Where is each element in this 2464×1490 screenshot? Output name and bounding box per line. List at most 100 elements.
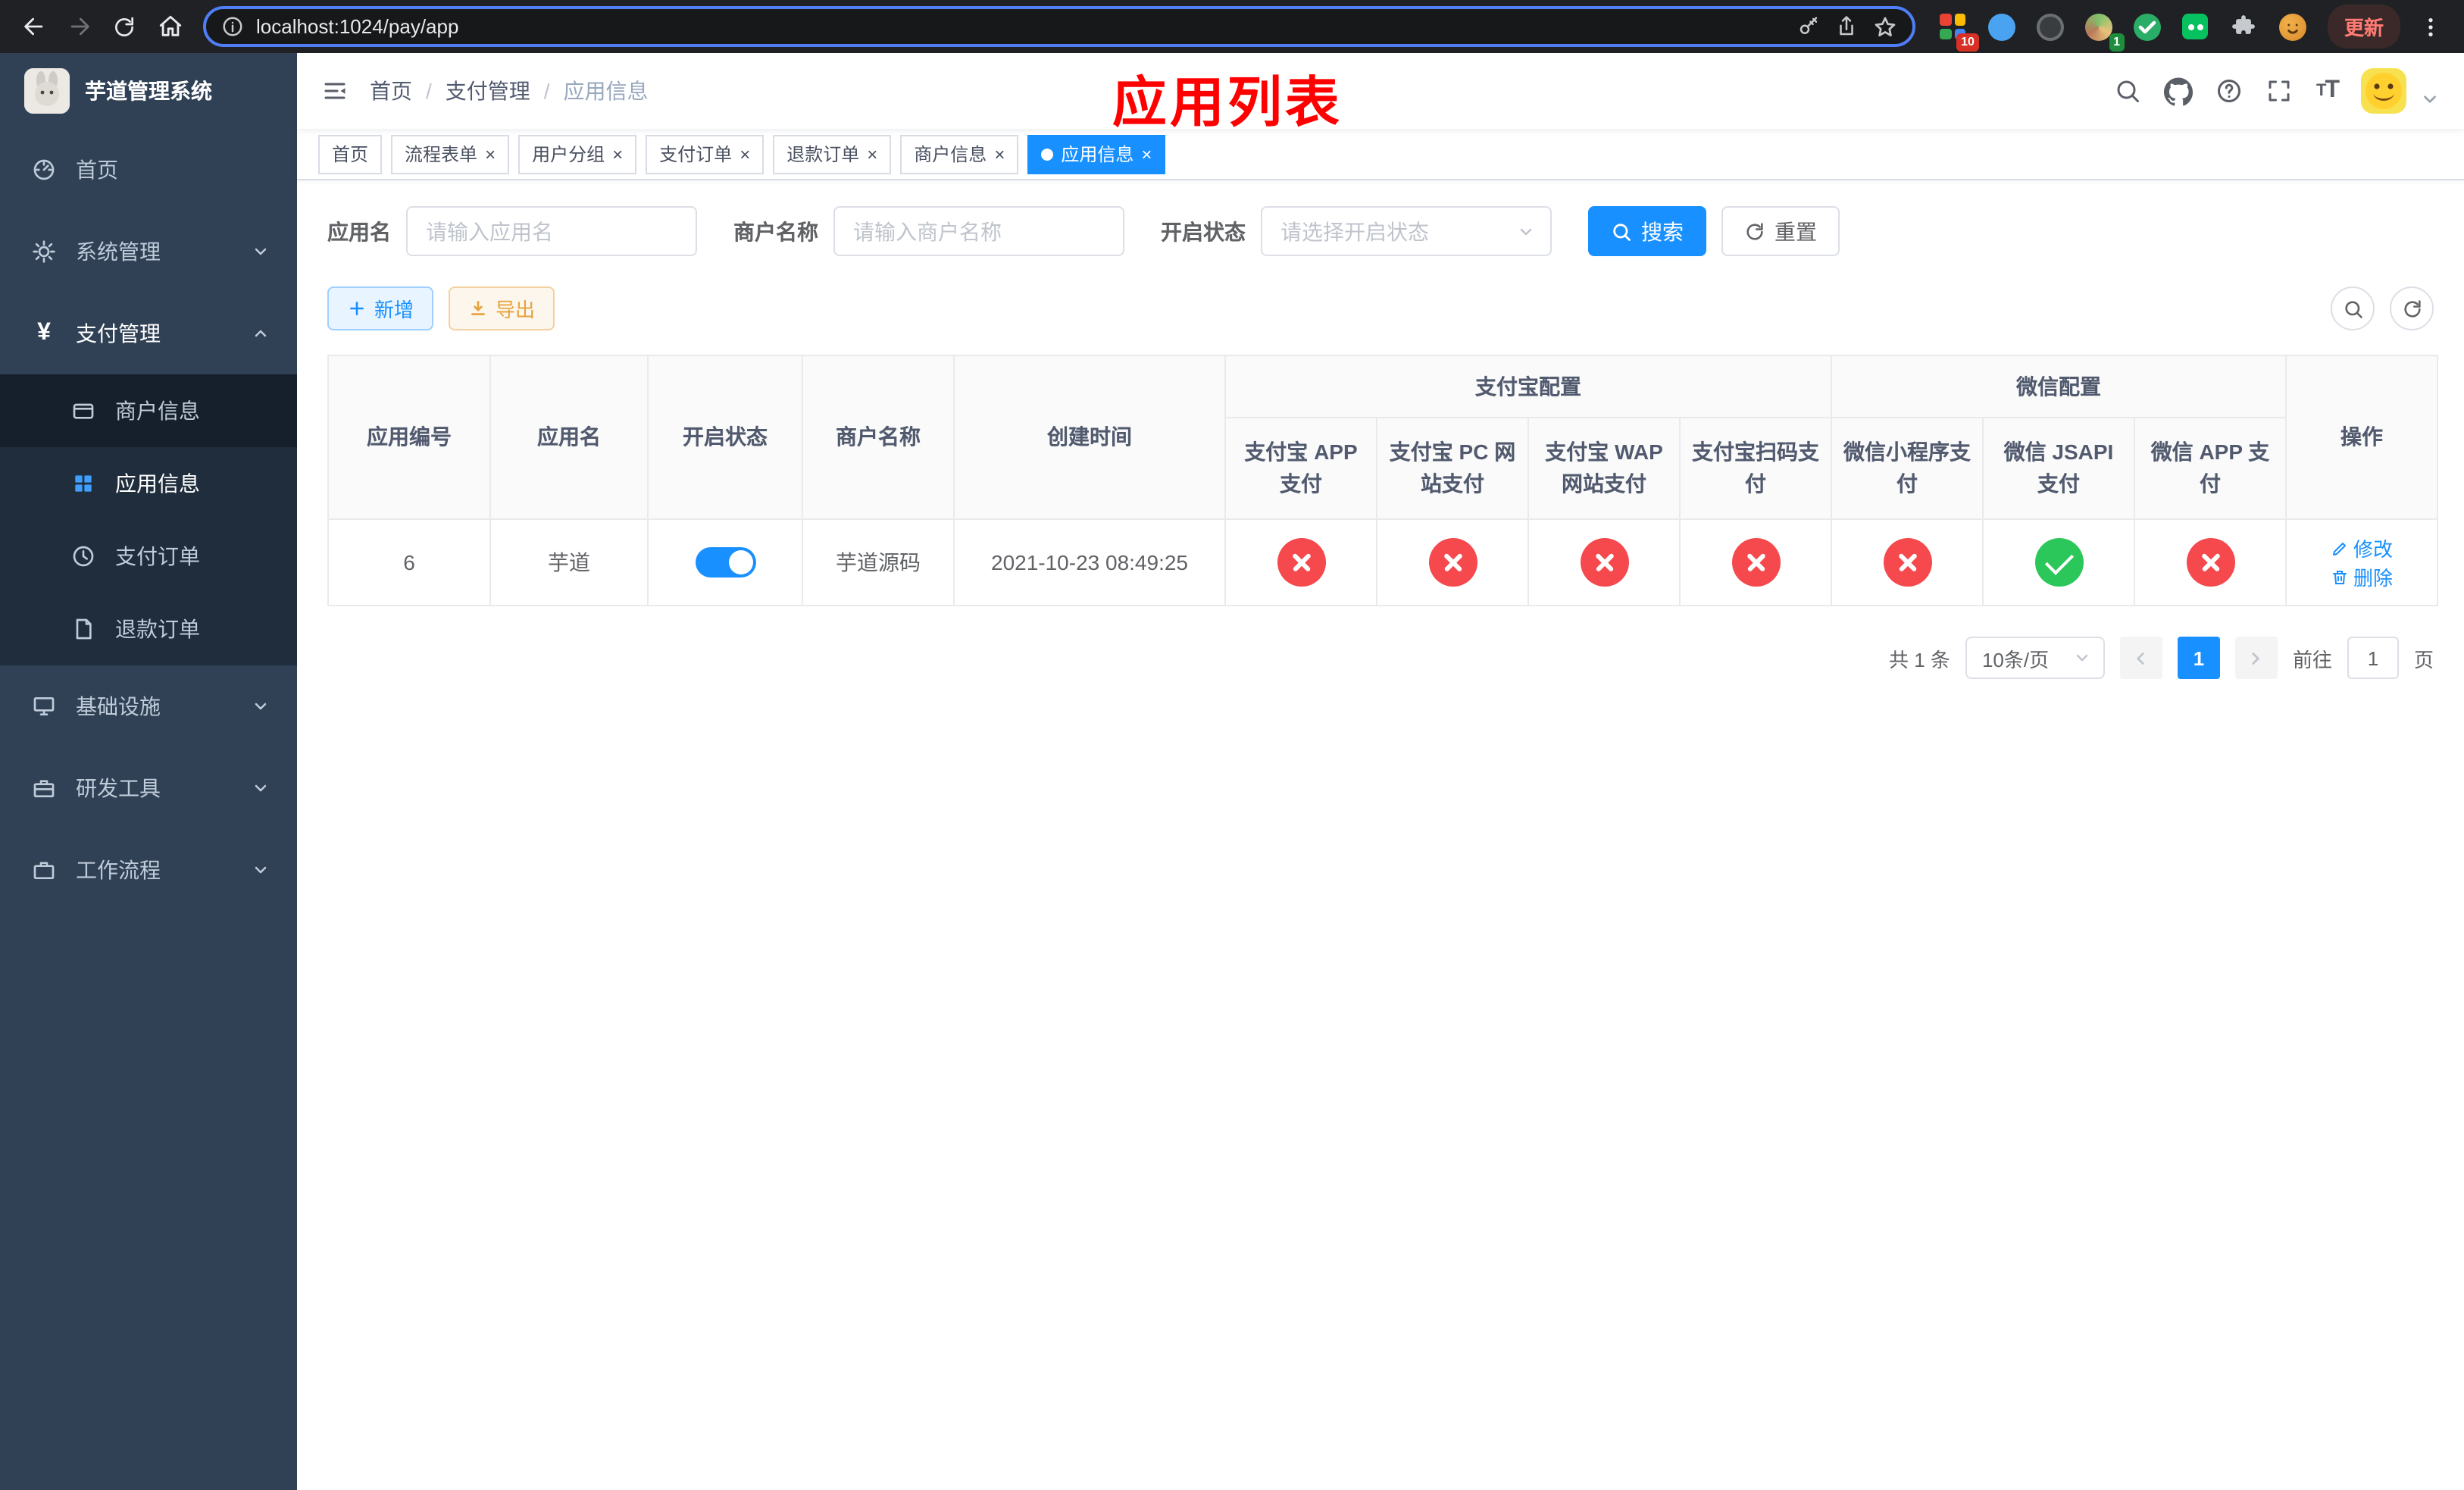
site-info-icon[interactable] bbox=[221, 15, 244, 38]
reset-button[interactable]: 重置 bbox=[1721, 206, 1840, 256]
extension-dark-icon[interactable] bbox=[2031, 7, 2070, 46]
page-annotation: 应用列表 bbox=[1112, 71, 1343, 133]
address-bar[interactable]: localhost:1024/pay/app bbox=[203, 6, 1915, 47]
sidebar-item-app-info[interactable]: 应用信息 bbox=[0, 447, 297, 520]
close-icon[interactable]: × bbox=[485, 145, 496, 163]
close-icon[interactable]: × bbox=[994, 145, 1005, 163]
dark-circle-icon bbox=[2036, 13, 2064, 40]
info-icon bbox=[223, 17, 242, 36]
app-navbar: 首页 / 支付管理 / 应用信息 TT bbox=[297, 53, 2464, 129]
sidebar-item-payment[interactable]: ¥ 支付管理 bbox=[0, 293, 297, 374]
search-button[interactable]: 搜索 bbox=[1588, 206, 1706, 256]
extension-profile-icon[interactable]: 1 bbox=[2079, 7, 2125, 51]
channel-status-cell bbox=[1831, 518, 1984, 606]
table-row: 6 芋道 芋道源码 2021-10-23 08:49:25 修改 删除 bbox=[327, 518, 2438, 606]
tab-home[interactable]: 首页 bbox=[318, 134, 383, 174]
chevron-down-icon bbox=[252, 861, 270, 879]
font-size-icon[interactable]: TT bbox=[2316, 77, 2340, 105]
sidebar-item-refund-orders[interactable]: 退款订单 bbox=[0, 593, 297, 665]
goto-page-input[interactable] bbox=[2347, 637, 2399, 679]
status-icon bbox=[2034, 538, 2083, 587]
back-button[interactable] bbox=[12, 5, 55, 48]
extension-blue-icon[interactable] bbox=[1982, 7, 2022, 46]
bookmark-star-icon[interactable] bbox=[1873, 14, 1897, 39]
page-size-select[interactable]: 10条/页 bbox=[1965, 637, 2105, 679]
cell-merchant: 芋道源码 bbox=[802, 518, 955, 606]
fullscreen-icon[interactable] bbox=[2266, 77, 2294, 105]
tab-app-info[interactable]: 应用信息 × bbox=[1027, 134, 1166, 174]
tab-process-form[interactable]: 流程表单 × bbox=[391, 134, 510, 174]
prev-page-button[interactable] bbox=[2119, 637, 2162, 679]
yen-icon: ¥ bbox=[37, 320, 51, 346]
browser-chrome: localhost:1024/pay/app 10 1 更新 bbox=[0, 0, 2464, 53]
active-dot bbox=[1041, 148, 1054, 160]
enable-switch[interactable] bbox=[695, 547, 755, 578]
extension-green-check-icon[interactable] bbox=[2128, 7, 2167, 46]
sidebar-item-dev-tools[interactable]: 研发工具 bbox=[0, 747, 297, 829]
add-button[interactable]: 新增 bbox=[327, 286, 434, 330]
toggle-search-button[interactable] bbox=[2331, 286, 2375, 330]
sidebar-collapse-button[interactable] bbox=[321, 77, 349, 105]
export-button[interactable]: 导出 bbox=[449, 286, 555, 330]
user-avatar[interactable] bbox=[2361, 68, 2406, 114]
close-icon[interactable]: × bbox=[867, 145, 877, 163]
page-number-1[interactable]: 1 bbox=[2177, 637, 2220, 679]
help-icon[interactable] bbox=[2216, 77, 2244, 105]
group-header-wechat: 微信配置 bbox=[1831, 355, 2287, 418]
tab-merchant-info[interactable]: 商户信息 × bbox=[900, 134, 1019, 174]
channel-status-cell bbox=[2134, 518, 2287, 606]
app-brand[interactable]: 芋道管理系统 bbox=[0, 53, 297, 129]
app-name-input[interactable] bbox=[406, 206, 697, 256]
avatar-dropdown-caret-icon[interactable] bbox=[2420, 89, 2440, 108]
refresh-table-button[interactable] bbox=[2390, 286, 2434, 330]
col-header-alipay-app: 支付宝 APP 支付 bbox=[1224, 417, 1377, 520]
password-key-icon[interactable] bbox=[1797, 15, 1820, 38]
cell-created: 2021-10-23 08:49:25 bbox=[953, 518, 1226, 606]
chevron-down-icon bbox=[2076, 654, 2088, 662]
col-header-actions: 操作 bbox=[2285, 355, 2438, 520]
reload-button[interactable] bbox=[103, 5, 145, 48]
search-icon[interactable] bbox=[2115, 77, 2142, 105]
close-icon[interactable]: × bbox=[612, 145, 623, 163]
download-icon bbox=[471, 301, 485, 315]
status-select[interactable]: 请选择开启状态 bbox=[1261, 206, 1552, 256]
sidebar-item-workflow[interactable]: 工作流程 bbox=[0, 829, 297, 911]
col-header-status: 开启状态 bbox=[647, 355, 803, 520]
home-button[interactable] bbox=[149, 5, 191, 48]
extension-grid-icon[interactable]: 10 bbox=[1934, 7, 1979, 51]
goto-label: 前往 bbox=[2292, 648, 2332, 671]
share-icon[interactable] bbox=[1835, 15, 1858, 38]
breadcrumb-current: 应用信息 bbox=[563, 79, 649, 103]
edit-button[interactable]: 修改 bbox=[2331, 534, 2393, 562]
delete-button[interactable]: 删除 bbox=[2331, 562, 2393, 591]
next-page-button[interactable] bbox=[2234, 637, 2278, 679]
sidebar-item-system[interactable]: 系统管理 bbox=[0, 211, 297, 293]
forward-arrow-icon bbox=[70, 17, 89, 36]
browser-profile-avatar[interactable] bbox=[2273, 7, 2312, 46]
reload-icon bbox=[115, 16, 133, 36]
tab-user-group[interactable]: 用户分组 × bbox=[518, 134, 637, 174]
green-chat-icon bbox=[2182, 14, 2209, 39]
channel-status-cell bbox=[1224, 518, 1377, 606]
sidebar-item-home[interactable]: 首页 bbox=[0, 129, 297, 211]
close-icon[interactable]: × bbox=[740, 145, 750, 163]
breadcrumb-home[interactable]: 首页 bbox=[370, 76, 412, 106]
status-icon bbox=[1428, 538, 1477, 587]
channel-status-cell bbox=[1982, 518, 2135, 606]
rabbit-logo-icon bbox=[24, 68, 70, 114]
plus-icon bbox=[350, 302, 364, 315]
tab-payment-orders[interactable]: 支付订单 × bbox=[646, 134, 765, 174]
extension-chat-icon[interactable] bbox=[2176, 7, 2215, 46]
github-icon[interactable] bbox=[2164, 77, 2194, 105]
tab-refund-orders[interactable]: 退款订单 × bbox=[773, 134, 892, 174]
close-icon[interactable]: × bbox=[1141, 145, 1152, 163]
browser-menu-button[interactable] bbox=[2409, 5, 2452, 48]
forward-button[interactable] bbox=[58, 5, 100, 48]
sidebar-item-infrastructure[interactable]: 基础设施 bbox=[0, 665, 297, 747]
merchant-name-input[interactable] bbox=[833, 206, 1124, 256]
browser-update-button[interactable]: 更新 bbox=[2327, 5, 2400, 49]
breadcrumb-payment[interactable]: 支付管理 bbox=[446, 76, 530, 106]
extensions-puzzle-button[interactable] bbox=[2225, 7, 2264, 46]
sidebar-item-merchant-info[interactable]: 商户信息 bbox=[0, 374, 297, 447]
sidebar-item-payment-orders[interactable]: 支付订单 bbox=[0, 520, 297, 593]
